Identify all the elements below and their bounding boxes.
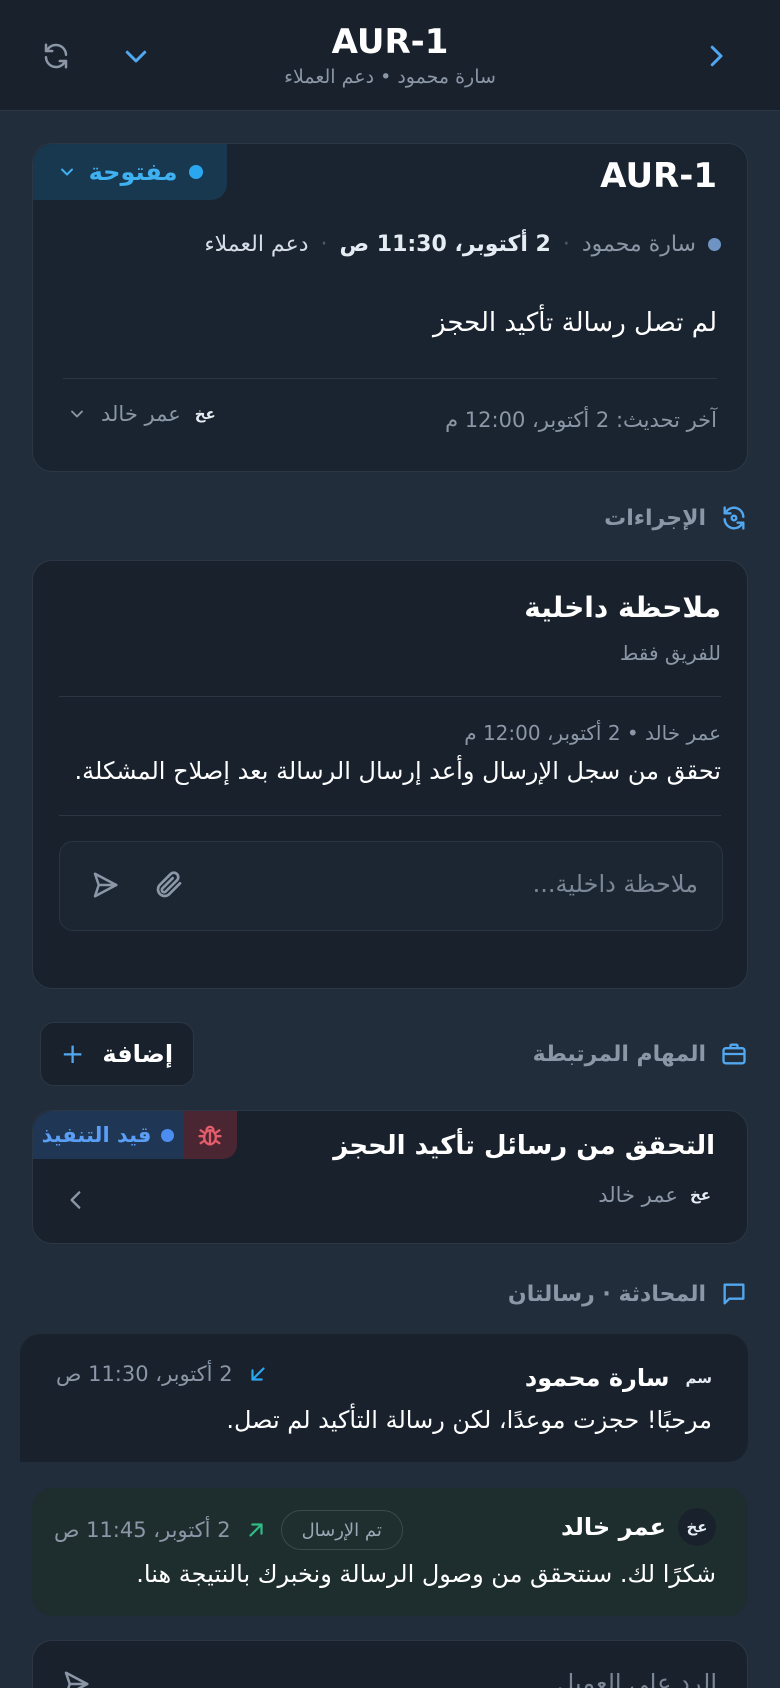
sender-avatar: سم xyxy=(685,1369,712,1387)
assignee-avatar: عخ xyxy=(194,405,216,423)
briefcase-icon xyxy=(722,1043,746,1065)
chevron-down-icon xyxy=(71,410,83,418)
status-label: مفتوحة xyxy=(88,158,178,186)
task-badges: قيد التنفيذ xyxy=(33,1111,237,1159)
chevron-right-icon[interactable] xyxy=(694,34,738,78)
section-title: المحادثة · رسالتان xyxy=(507,1281,706,1307)
reply-input[interactable]: الرد على العميل... xyxy=(32,1640,748,1688)
actions-header: الإجراءات xyxy=(604,504,748,532)
note-placeholder: ملاحظة داخلية... xyxy=(532,870,698,898)
page-title: AUR-1 xyxy=(331,22,449,62)
status-dropdown[interactable]: مفتوحة xyxy=(33,144,227,200)
divider xyxy=(59,696,721,697)
divider xyxy=(63,378,717,379)
status-dot xyxy=(189,165,204,179)
divider xyxy=(59,815,721,816)
customer-dot xyxy=(708,238,721,251)
sent-badge: تم الإرسال xyxy=(280,1510,403,1550)
task-title: التحقق من رسائل تأكيد الحجز xyxy=(333,1131,715,1161)
message-bubble: سم سارة محمود 2 أكتوبر، 11:30 ص مرحبًا! … xyxy=(20,1334,748,1462)
ticket-id: AUR-1 xyxy=(600,156,717,196)
send-icon[interactable] xyxy=(90,870,120,904)
message-bubble: عخ عمر خالد تم الإرسال 2 أكتوبر، 11:45 ص… xyxy=(32,1488,748,1616)
task-assignee: عخ عمر خالد xyxy=(598,1183,711,1207)
linked-tasks-header: المهام المرتبطة xyxy=(533,1040,748,1068)
page-subtitle: سارة محمود • دعم العملاء xyxy=(284,66,496,88)
status-dot xyxy=(161,1128,175,1142)
reply-placeholder: الرد على العميل... xyxy=(533,1669,717,1688)
note-meta: عمر خالد • 2 أكتوبر، 12:00 م xyxy=(464,721,721,745)
ticket-team: دعم العملاء xyxy=(204,232,309,257)
send-icon[interactable] xyxy=(61,1669,91,1688)
separator: · xyxy=(320,232,328,257)
conversation-header: المحادثة · رسالتان xyxy=(508,1280,748,1308)
message-time: 2 أكتوبر، 11:30 ص xyxy=(56,1362,233,1386)
message-time: 2 أكتوبر، 11:45 ص xyxy=(54,1518,231,1542)
ticket-meta: سارة محمود · 2 أكتوبر، 11:30 ص · دعم الع… xyxy=(204,232,721,257)
assignee-name: عمر خالد xyxy=(598,1183,678,1207)
message-sender: عخ عمر خالد xyxy=(561,1508,716,1546)
chevron-left-icon[interactable] xyxy=(63,1187,89,1217)
note-subtitle: للفريق فقط xyxy=(619,641,721,665)
note-input[interactable]: ملاحظة داخلية... xyxy=(59,841,723,931)
assignee-name: عمر خالد xyxy=(101,402,181,426)
task-status: قيد التنفيذ xyxy=(41,1123,152,1147)
incoming-arrow-icon xyxy=(250,1367,265,1381)
sender-name: سارة محمود xyxy=(524,1364,670,1392)
sync-icon xyxy=(723,506,745,530)
section-title: الإجراءات xyxy=(604,505,706,531)
message-text: مرحبًا! حجزت موعدًا، لكن رسالة التأكيد ل… xyxy=(226,1406,712,1434)
task-status-badge: قيد التنفيذ xyxy=(33,1111,183,1159)
add-task-button[interactable]: إضافة + xyxy=(40,1022,194,1086)
message-meta: 2 أكتوبر، 11:30 ص xyxy=(56,1362,269,1386)
customer-name: سارة محمود xyxy=(581,232,696,257)
chat-icon xyxy=(723,1283,745,1305)
bug-icon xyxy=(183,1111,237,1159)
last-updated: آخر تحديث: 2 أكتوبر، 12:00 م xyxy=(445,408,717,432)
message-meta: تم الإرسال 2 أكتوبر، 11:45 ص xyxy=(54,1510,403,1550)
linked-task-card[interactable]: قيد التنفيذ التحقق من رسائل تأكيد الحجز … xyxy=(32,1110,748,1244)
assignee-avatar: عخ xyxy=(689,1186,711,1204)
sender-avatar: عخ xyxy=(678,1508,716,1546)
internal-note-card: ملاحظة داخلية للفريق فقط عمر خالد • 2 أك… xyxy=(32,560,748,989)
add-label: إضافة xyxy=(102,1040,174,1068)
section-title: المهام المرتبطة xyxy=(532,1041,706,1067)
separator: · xyxy=(562,232,570,257)
chevron-down-icon xyxy=(60,168,73,176)
note-text: تحقق من سجل الإرسال وأعد إرسال الرسالة ب… xyxy=(74,757,722,785)
note-title: ملاحظة داخلية xyxy=(524,591,721,624)
ticket-subject: لم تصل رسالة تأكيد الحجز xyxy=(433,308,717,338)
assignee-dropdown[interactable]: عخ عمر خالد xyxy=(67,402,216,426)
sender-name: عمر خالد xyxy=(561,1513,666,1541)
ticket-date: 2 أكتوبر، 11:30 ص xyxy=(339,232,551,257)
top-bar: AUR-1 سارة محمود • دعم العملاء xyxy=(0,0,780,111)
plus-icon: + xyxy=(60,1037,85,1070)
outgoing-arrow-icon xyxy=(248,1523,263,1537)
message-text: شكرًا لك. سنتحقق من وصول الرسالة ونخبرك … xyxy=(136,1560,716,1588)
message-sender: سم سارة محمود xyxy=(525,1364,712,1392)
ticket-card: مفتوحة AUR-1 سارة محمود · 2 أكتوبر، 11:3… xyxy=(32,143,748,472)
attach-icon[interactable] xyxy=(152,868,184,904)
